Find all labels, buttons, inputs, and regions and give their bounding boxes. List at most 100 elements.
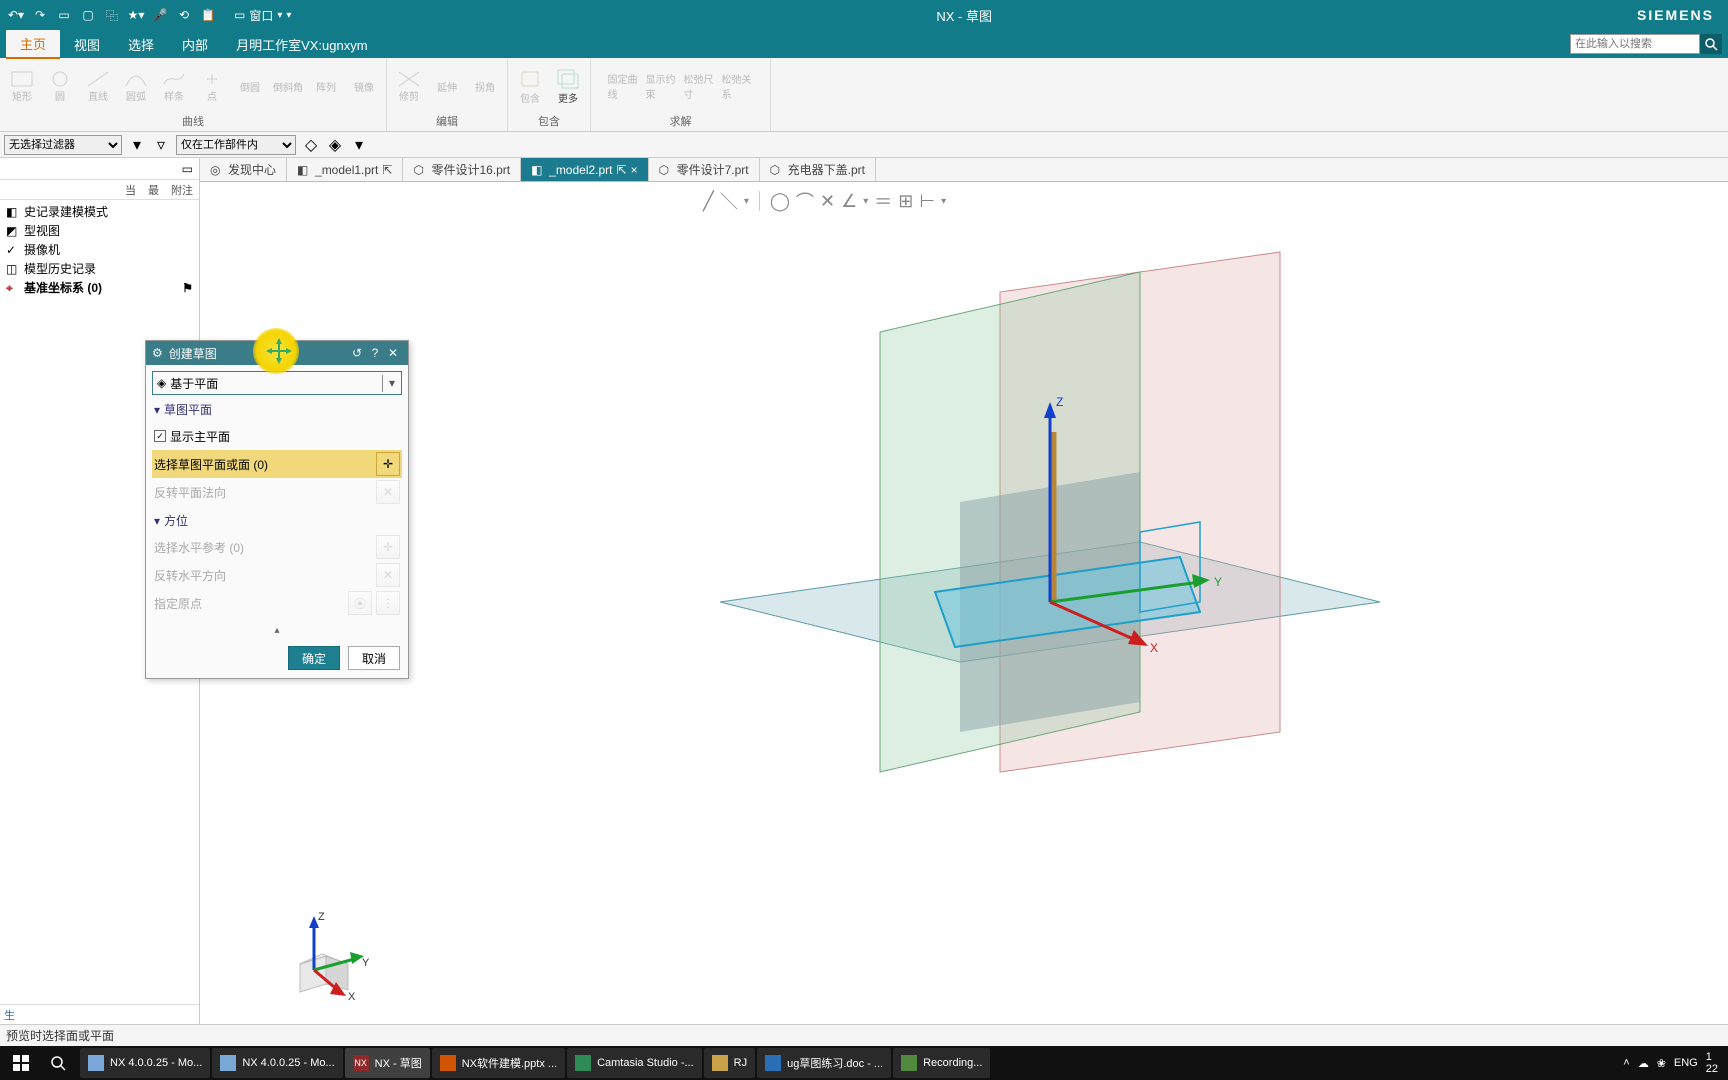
ok-button[interactable]: 确定 <box>288 646 340 670</box>
tree-row-model-view[interactable]: ◩型视图 <box>4 221 195 240</box>
tray-up-icon[interactable]: ˄ <box>1623 1057 1629 1069</box>
copy-icon[interactable]: ⿻ <box>104 7 120 23</box>
tree-row-history-mode[interactable]: ◧史记录建模模式 <box>4 202 195 221</box>
method-combo[interactable]: ◈基于平面 ▾ <box>152 371 402 395</box>
tray-wechat-icon[interactable]: ❀ <box>1657 1057 1666 1070</box>
nav-tab-note[interactable]: 附注 <box>165 180 199 199</box>
graphics-area[interactable]: ╱ ＼▾ ◯ ⌒ ✕ ∠▾ ＝ ⊞ ⊢▾ <box>200 182 1728 1024</box>
tab-select[interactable]: 选择 <box>114 31 168 58</box>
open-icon[interactable]: ▭ <box>56 7 72 23</box>
corner-button[interactable]: 拐角 <box>469 67 501 105</box>
redo-icon[interactable]: ↷ <box>32 7 48 23</box>
nav-tab-cur[interactable]: 当 <box>119 180 142 199</box>
task-nx1[interactable]: NX 4.0.0.25 - Mo... <box>80 1048 210 1078</box>
close-tab-icon[interactable]: × <box>631 163 638 177</box>
angle-icon[interactable]: ∠ <box>841 191 857 212</box>
checkbox-icon[interactable]: ✓ <box>154 430 166 442</box>
external-icon[interactable]: ⇱ <box>617 163 627 177</box>
filter2-combo[interactable]: 仅在工作部件内 <box>176 135 296 155</box>
arc-button[interactable]: 圆弧 <box>120 67 152 105</box>
crosshair-icon[interactable]: ✛ <box>376 452 400 476</box>
tab-charger[interactable]: ⬡充电器下盖.prt <box>760 158 876 181</box>
external-icon[interactable]: ⇱ <box>382 163 392 177</box>
extend-button[interactable]: 延伸 <box>431 67 463 105</box>
reset-icon[interactable]: ↺ <box>348 344 366 362</box>
trim-button[interactable]: 修剪 <box>393 67 425 105</box>
arc-icon[interactable]: ⌒ <box>796 188 814 214</box>
help-icon[interactable]: ? <box>366 344 384 362</box>
filter-icon[interactable]: ▾ <box>128 136 146 154</box>
search-input[interactable] <box>1570 34 1700 54</box>
sel-icon2[interactable]: ◈ <box>326 136 344 154</box>
circle-button[interactable]: 圆 <box>44 67 76 105</box>
tab-home[interactable]: 主页 <box>6 30 60 59</box>
relax-rel-button[interactable]: 松弛关系 <box>722 67 754 105</box>
task-nx2[interactable]: NX 4.0.0.25 - Mo... <box>212 1048 342 1078</box>
include-button[interactable]: 包含 <box>514 67 546 105</box>
clipboard-icon[interactable]: 📋 <box>200 7 216 23</box>
nav-tab-recent[interactable]: 最 <box>142 180 165 199</box>
search-button[interactable] <box>42 1048 78 1078</box>
spline-button[interactable]: 样条 <box>158 67 190 105</box>
tab-model2[interactable]: ◧_model2.prt⇱× <box>521 158 648 181</box>
tree-row-csys[interactable]: ⌖基准坐标系 (0)⚑ <box>4 278 195 297</box>
view-triad[interactable]: Z Y X <box>270 904 370 1004</box>
tab-part7[interactable]: ⬡零件设计7.prt <box>649 158 760 181</box>
task-camtasia[interactable]: Camtasia Studio -... <box>567 1048 702 1078</box>
sel-icon1[interactable]: ◇ <box>302 136 320 154</box>
rect-button[interactable]: 矩形 <box>6 67 38 105</box>
relax-dim-button[interactable]: 松弛尺寸 <box>684 67 716 105</box>
more-button[interactable]: 更多 <box>552 67 584 105</box>
equal-icon[interactable]: ＝ <box>874 188 892 214</box>
grid-icon[interactable]: ⊞ <box>898 191 913 212</box>
close-icon[interactable]: ✕ <box>384 344 402 362</box>
task-doc[interactable]: ug草图练习.doc - ... <box>757 1048 891 1078</box>
trim-icon[interactable]: ✕ <box>820 191 835 212</box>
gear-icon[interactable]: ⚙ <box>152 346 163 360</box>
tab-model1[interactable]: ◧_model1.prt⇱ <box>287 158 403 181</box>
collapse-handle[interactable]: ▴ <box>146 623 408 638</box>
task-pptx[interactable]: NX软件建模.pptx ... <box>432 1048 565 1078</box>
window-combo[interactable]: ▭窗口▾▾ <box>234 7 291 24</box>
task-rj[interactable]: RJ <box>704 1048 755 1078</box>
tab-internal[interactable]: 内部 <box>168 31 222 58</box>
funnel-icon[interactable]: ▿ <box>152 136 170 154</box>
row-show-main-plane[interactable]: ✓ 显示主平面 <box>152 422 402 450</box>
tray-clock[interactable]: 1 22 <box>1706 1051 1718 1075</box>
save-icon[interactable]: ▢ <box>80 7 96 23</box>
mirror-button[interactable]: 镜像 <box>348 67 380 105</box>
tree-row-camera[interactable]: ✓摄像机 <box>4 240 195 259</box>
dim-icon[interactable]: ⊢ <box>919 191 935 212</box>
section-orientation[interactable]: ▾方位 <box>152 506 402 533</box>
search-button[interactable] <box>1700 34 1722 54</box>
star-icon[interactable]: ★▾ <box>128 7 144 23</box>
line-button[interactable]: 直线 <box>82 67 114 105</box>
show-constraint-button[interactable]: 显示约束 <box>646 67 678 105</box>
task-recording[interactable]: Recording... <box>893 1048 990 1078</box>
tree-row-history[interactable]: ◫模型历史记录 <box>4 259 195 278</box>
tab-discover[interactable]: ◎发现中心 <box>200 158 287 181</box>
filter1-combo[interactable]: 无选择过滤器 <box>4 135 122 155</box>
section-sketch-plane[interactable]: ▾草图平面 <box>152 395 402 422</box>
tab-studio[interactable]: 月明工作室VX:ugnxym <box>222 31 381 58</box>
tab-view[interactable]: 视图 <box>60 31 114 58</box>
sel-icon3[interactable]: ▾ <box>350 136 368 154</box>
circle-icon[interactable]: ◯ <box>770 191 790 212</box>
undo-icon[interactable]: ↶▾ <box>8 7 24 23</box>
tab-part16[interactable]: ⬡零件设计16.prt <box>403 158 521 181</box>
cancel-button[interactable]: 取消 <box>348 646 400 670</box>
fillet-button[interactable]: 倒圆 <box>234 67 266 105</box>
row-select-plane[interactable]: 选择草图平面或面 (0) ✛ <box>152 450 402 478</box>
line2-icon[interactable]: ＼ <box>720 188 738 214</box>
chevron-down-icon[interactable]: ▾ <box>383 376 401 390</box>
nav-pin-icon[interactable]: ▭ <box>182 162 193 176</box>
task-nx-sketch[interactable]: NXNX - 草图 <box>345 1048 430 1078</box>
mic-icon[interactable]: 🎤 <box>152 7 168 23</box>
point-button[interactable]: 点 <box>196 67 228 105</box>
line-icon[interactable]: ╱ <box>703 191 714 212</box>
tray-lang[interactable]: ENG <box>1674 1057 1698 1069</box>
fix-curve-button[interactable]: 固定曲线 <box>608 67 640 105</box>
pattern-button[interactable]: 阵列 <box>310 67 342 105</box>
record-icon[interactable]: ⟲ <box>176 7 192 23</box>
chamfer-button[interactable]: 倒斜角 <box>272 67 304 105</box>
